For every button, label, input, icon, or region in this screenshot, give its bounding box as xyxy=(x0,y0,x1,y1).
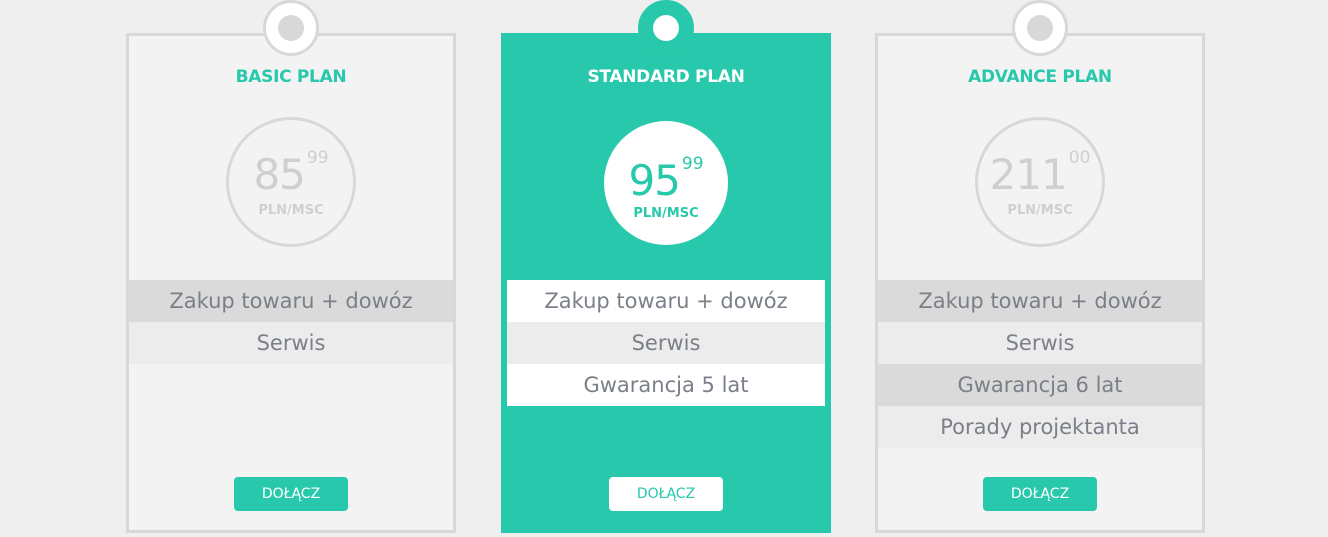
card-hanger-hole xyxy=(1027,15,1053,41)
price-unit: PLN/MSC xyxy=(633,206,699,221)
price-whole: 95 xyxy=(628,156,680,205)
price-badge: 211 00 PLN/MSC xyxy=(975,117,1105,247)
feature-item: Zakup towaru + dowóz xyxy=(504,280,828,322)
feature-list: Zakup towaru + dowóz Serwis xyxy=(129,280,453,364)
pricing-card-basic: BASIC PLAN 85 99 PLN/MSC Zakup towaru + d… xyxy=(126,0,456,533)
price-badge: 95 99 PLN/MSC xyxy=(604,121,728,245)
price-whole: 85 xyxy=(253,150,305,199)
feature-item: Serwis xyxy=(878,322,1202,364)
price-unit: PLN/MSC xyxy=(1007,203,1073,218)
join-button-standard[interactable]: DOŁĄCZ xyxy=(609,477,723,511)
price-cents: 00 xyxy=(1068,148,1091,168)
feature-list: Zakup towaru + dowóz Serwis Gwarancja 6 … xyxy=(878,280,1202,448)
feature-item: Serwis xyxy=(504,322,828,364)
card-hanger-icon xyxy=(638,0,694,56)
card-hanger-hole xyxy=(278,15,304,41)
card-hanger-hole xyxy=(653,15,679,41)
price-badge: 85 99 PLN/MSC xyxy=(226,117,356,247)
pricing-section: BASIC PLAN 85 99 PLN/MSC Zakup towaru + d… xyxy=(0,0,1328,537)
plan-title: BASIC PLAN xyxy=(235,67,347,87)
feature-list: Zakup towaru + dowóz Serwis Gwarancja 5 … xyxy=(504,280,828,406)
feature-item: Zakup towaru + dowóz xyxy=(129,280,453,322)
price-amount: 95 99 xyxy=(604,154,728,205)
plan-title: ADVANCE PLAN xyxy=(968,67,1112,87)
feature-item: Gwarancja 6 lat xyxy=(878,364,1202,406)
price-cents: 99 xyxy=(681,154,704,174)
pricing-card-standard: STANDARD PLAN 95 99 PLN/MSC Zakup towaru … xyxy=(501,0,831,533)
price-whole: 211 xyxy=(989,150,1068,199)
pricing-card-advance: ADVANCE PLAN 211 00 PLN/MSC Zakup towaru … xyxy=(875,0,1205,533)
join-button-advance[interactable]: DOŁĄCZ xyxy=(983,477,1097,511)
card-hanger-icon xyxy=(1012,0,1068,56)
feature-item: Zakup towaru + dowóz xyxy=(878,280,1202,322)
price-amount: 211 00 xyxy=(978,148,1102,199)
price-unit: PLN/MSC xyxy=(258,203,324,218)
price-amount: 85 99 xyxy=(229,148,353,199)
join-button-basic[interactable]: DOŁĄCZ xyxy=(234,477,348,511)
price-cents: 99 xyxy=(306,148,329,168)
card-hanger-icon xyxy=(263,0,319,56)
feature-item: Porady projektanta xyxy=(878,406,1202,448)
feature-item: Gwarancja 5 lat xyxy=(504,364,828,406)
plan-title: STANDARD PLAN xyxy=(587,67,745,87)
feature-item: Serwis xyxy=(129,322,453,364)
